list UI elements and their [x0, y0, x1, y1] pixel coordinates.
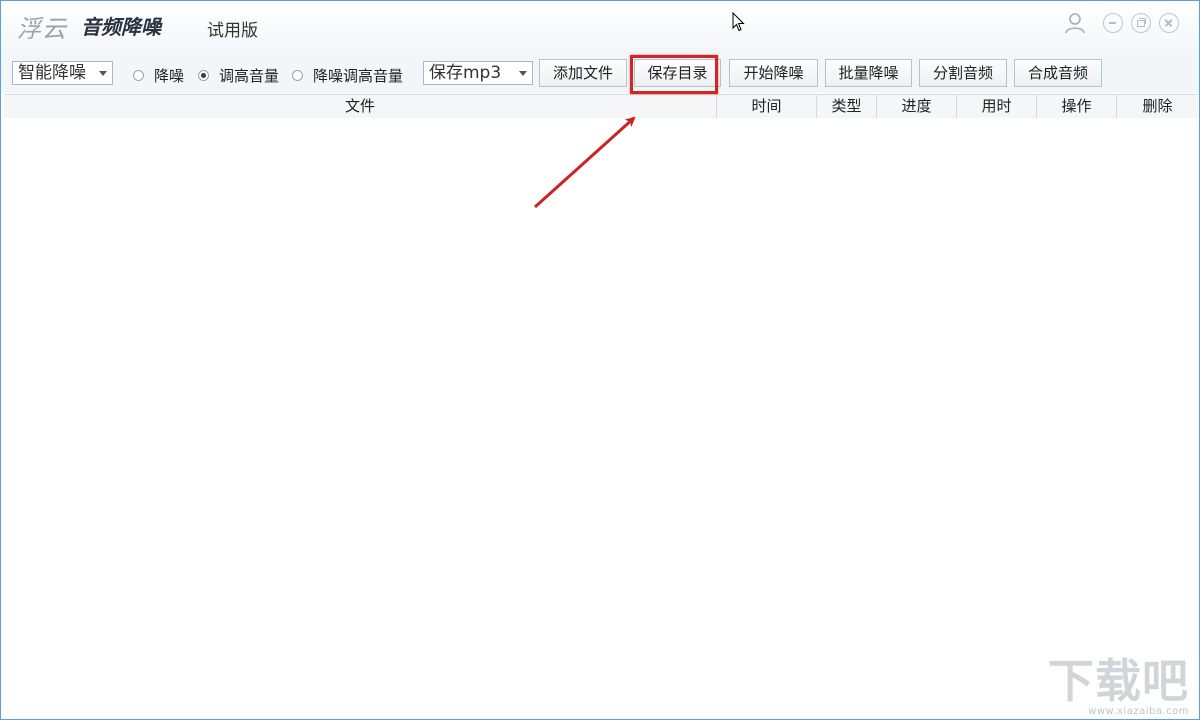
merge-audio-button[interactable]: 合成音频 — [1014, 59, 1102, 87]
radio-label: 调高音量 — [219, 67, 280, 85]
edition-label: 试用版 — [207, 21, 258, 41]
format-select[interactable]: 保存mp3 — [423, 61, 533, 85]
add-file-button[interactable]: 添加文件 — [539, 59, 627, 87]
highlight-box — [630, 55, 718, 94]
toolbar: 智能降噪 降噪 调高音量 降噪调高音量 保存mp3 添加文件 保存目录 开始降噪… — [1, 53, 1199, 93]
brand-logo: 浮云 — [17, 15, 67, 43]
mouse-cursor-icon — [732, 12, 745, 32]
radio-label: 降噪 — [154, 67, 185, 85]
close-icon[interactable] — [1159, 13, 1179, 33]
split-audio-button[interactable]: 分割音频 — [919, 59, 1007, 87]
column-type[interactable]: 类型 — [817, 95, 877, 118]
column-progress[interactable]: 进度 — [877, 95, 957, 118]
radio-dot[interactable] — [292, 70, 303, 81]
user-icon[interactable] — [1063, 11, 1087, 35]
batch-denoise-button[interactable]: 批量降噪 — [825, 59, 912, 87]
restore-icon[interactable] — [1131, 13, 1151, 33]
title-bar[interactable]: 浮云 音频降噪 试用版 — [1, 1, 1199, 53]
app-title: 音频降噪 — [81, 15, 161, 39]
window-controls — [1063, 11, 1179, 35]
watermark: 下载吧 www.xiazaiba.com — [1048, 656, 1189, 717]
radio-dot-checked[interactable] — [198, 70, 209, 81]
chevron-down-icon — [99, 71, 107, 76]
file-list[interactable] — [4, 118, 1198, 716]
column-file[interactable]: 文件 — [4, 95, 717, 118]
file-table-header: 文件 时间 类型 进度 用时 操作 删除 — [4, 94, 1198, 119]
chevron-down-icon — [519, 71, 527, 76]
mode-select-value: 智能降噪 — [18, 63, 86, 83]
watermark-logo: 下载吧 — [1048, 654, 1189, 708]
radio-label: 降噪调高音量 — [313, 67, 404, 85]
minimize-icon[interactable] — [1103, 13, 1123, 33]
format-select-value: 保存mp3 — [429, 63, 502, 83]
column-delete[interactable]: 删除 — [1117, 95, 1198, 118]
radio-volume-up[interactable]: 调高音量 — [198, 65, 279, 86]
radio-denoise-volume-up[interactable]: 降噪调高音量 — [292, 65, 403, 86]
column-action[interactable]: 操作 — [1037, 95, 1117, 118]
radio-denoise[interactable]: 降噪 — [133, 65, 184, 86]
column-time[interactable]: 时间 — [717, 95, 817, 118]
column-elapsed[interactable]: 用时 — [957, 95, 1037, 118]
mode-select[interactable]: 智能降噪 — [12, 61, 113, 85]
start-denoise-button[interactable]: 开始降噪 — [729, 59, 818, 87]
radio-dot[interactable] — [133, 70, 144, 81]
app-window: 浮云 音频降噪 试用版 智能降噪 降噪 调高音量 降噪调高音量 保存mp3 添加… — [0, 0, 1200, 720]
